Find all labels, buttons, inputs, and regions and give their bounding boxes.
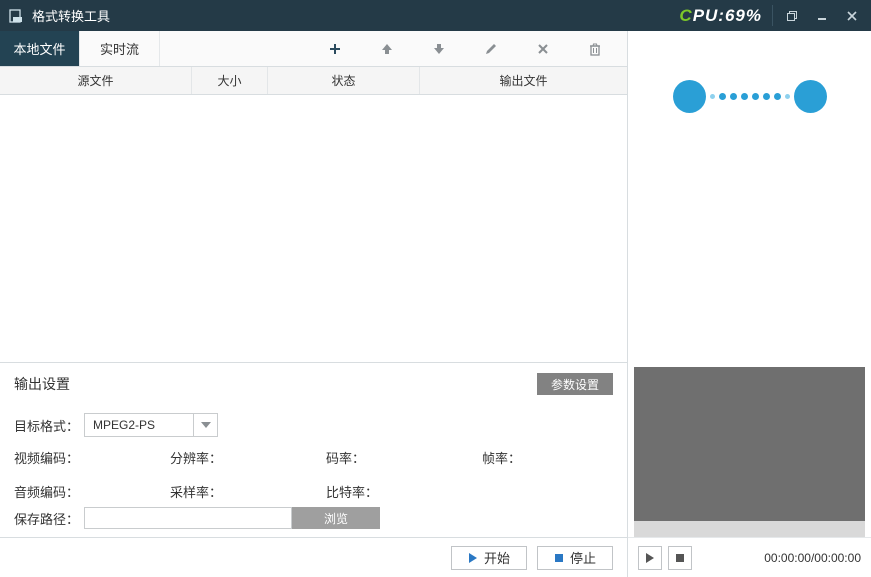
footer-bar: 开始 停止 xyxy=(0,537,627,577)
tab-local-file[interactable]: 本地文件 xyxy=(0,31,80,66)
player-controls: 00:00:00/00:00:00 xyxy=(628,537,871,577)
restore-button[interactable] xyxy=(777,3,807,29)
player-play-button[interactable] xyxy=(638,546,662,570)
play-icon xyxy=(468,553,478,563)
column-state[interactable]: 状态 xyxy=(268,67,420,94)
audio-bitrate-label: 比特率： xyxy=(326,482,378,501)
source-node-icon xyxy=(673,80,706,113)
right-pane: 00:00:00/00:00:00 xyxy=(628,31,871,577)
add-button[interactable] xyxy=(325,39,345,59)
edit-button[interactable] xyxy=(481,39,501,59)
minimize-button[interactable] xyxy=(807,3,837,29)
player-time: 00:00:00/00:00:00 xyxy=(698,551,861,565)
target-format-value: MPEG2-PS xyxy=(85,418,193,432)
stop-icon xyxy=(554,553,564,563)
column-source[interactable]: 源文件 xyxy=(0,67,192,94)
preview-scrollbar[interactable] xyxy=(634,521,865,537)
column-size[interactable]: 大小 xyxy=(192,67,268,94)
samplerate-label: 采样率： xyxy=(170,482,222,501)
table-body[interactable] xyxy=(0,95,627,362)
save-path-label: 保存路径： xyxy=(14,509,84,528)
player-stop-button[interactable] xyxy=(668,546,692,570)
table-header: 源文件 大小 状态 输出文件 xyxy=(0,67,627,95)
framerate-label: 帧率： xyxy=(482,448,521,467)
titlebar-separator xyxy=(772,5,773,26)
target-format-label: 目标格式： xyxy=(14,416,84,435)
clear-button[interactable] xyxy=(585,39,605,59)
tab-realtime-stream[interactable]: 实时流 xyxy=(80,31,160,66)
save-path-input[interactable] xyxy=(84,507,292,529)
target-node-icon xyxy=(794,80,827,113)
cpu-badge: CPU:69% xyxy=(673,6,768,26)
bitrate-label: 码率： xyxy=(326,448,365,467)
stop-button[interactable]: 停止 xyxy=(537,546,613,570)
move-up-button[interactable] xyxy=(377,39,397,59)
conversion-graphic xyxy=(628,31,871,161)
column-output[interactable]: 输出文件 xyxy=(420,67,627,94)
start-button[interactable]: 开始 xyxy=(451,546,527,570)
tab-bar: 本地文件 实时流 xyxy=(0,31,627,67)
app-icon xyxy=(8,8,24,24)
param-settings-button[interactable]: 参数设置 xyxy=(537,373,613,395)
video-preview[interactable] xyxy=(634,367,865,537)
output-settings-title: 输出设置 xyxy=(14,374,70,394)
window-title: 格式转换工具 xyxy=(32,6,673,25)
chevron-down-icon[interactable] xyxy=(193,414,217,436)
video-codec-label: 视频编码： xyxy=(14,448,79,467)
title-bar: 格式转换工具 CPU:69% xyxy=(0,0,871,31)
remove-button[interactable] xyxy=(533,39,553,59)
target-format-select[interactable]: MPEG2-PS xyxy=(84,413,218,437)
browse-button[interactable]: 浏览 xyxy=(292,507,380,529)
left-pane: 本地文件 实时流 源文件 大小 状态 输出文件 输出设置 参数设置 xyxy=(0,31,628,577)
audio-codec-label: 音频编码： xyxy=(14,482,79,501)
resolution-label: 分辨率： xyxy=(170,448,222,467)
output-settings-panel: 输出设置 参数设置 目标格式： MPEG2-PS 视频编码： 音频编码： 分辨率… xyxy=(0,362,627,537)
close-button[interactable] xyxy=(837,3,867,29)
move-down-button[interactable] xyxy=(429,39,449,59)
